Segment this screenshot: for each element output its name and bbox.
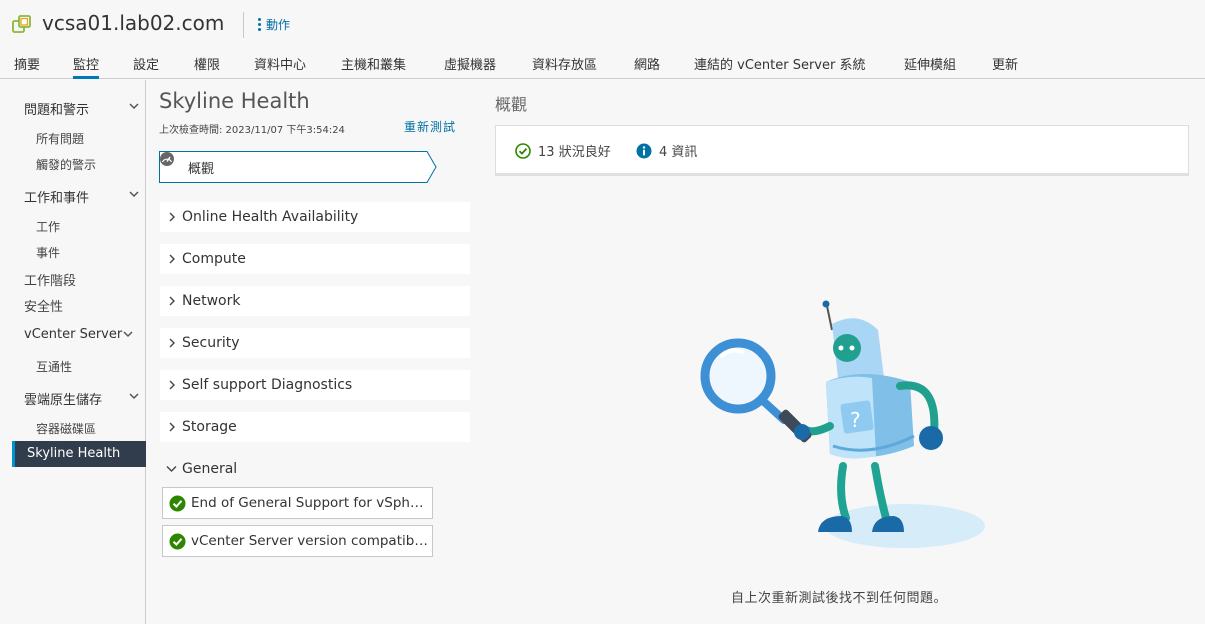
tab-datacenters[interactable]: 資料中心 [254,54,306,79]
success-check-icon [169,495,186,512]
sidebar-item-interoperability[interactable]: 互通性 [36,358,72,375]
no-issues-message: 自上次重新測試後找不到任何問題。 [731,591,948,606]
chevron-right-icon [169,422,175,432]
category-security[interactable]: Security [160,328,470,358]
tab-hosts-clusters[interactable]: 主機和叢集 [341,54,406,79]
sidebar-group-label: 問題和警示 [24,103,90,118]
sidebar-item-triggered-alarms[interactable]: 觸發的警示 [36,156,96,173]
info-summary[interactable]: 4 資訊 [636,141,697,160]
tab-networks[interactable]: 網路 [634,54,660,79]
tab-summary[interactable]: 摘要 [14,54,40,79]
info-count: 4 [659,145,668,160]
robot-magnifier-illustration: ? [700,300,985,548]
svg-text:?: ? [850,408,861,432]
category-compute[interactable]: Compute [160,244,470,274]
category-online-health-availability[interactable]: Online Health Availability [160,202,470,232]
monitor-sidebar: 問題和警示 所有問題 觸發的警示 工作和事件 工作 事件 工作階段 安全性 vC… [0,80,146,624]
sidebar-item-sessions[interactable]: 工作階段 [24,270,76,289]
info-label: 資訊 [671,145,698,160]
last-check-time: 上次檢查時間: 2023/11/07 下午3:54:24 [159,125,345,136]
check-vcenter-version-compatibility[interactable]: vCenter Server version compatibility [162,525,433,557]
check-label: vCenter Server version compatibility [191,533,431,549]
sidebar-item-tasks[interactable]: 工作 [36,218,60,235]
success-check-icon [515,142,531,159]
tab-extensions[interactable]: 延伸模組 [904,54,956,79]
check-end-of-general-support[interactable]: End of General Support for vSphere 6.7 [162,487,433,519]
sidebar-group-label: vCenter Server [24,327,123,342]
tab-vms[interactable]: 虛擬機器 [444,54,496,79]
dashboard-icon [160,152,174,166]
sidebar-group-cloud-native-storage[interactable]: 雲端原生儲存 [24,389,139,408]
object-tabs: 摘要 監控 設定 權限 資料中心 主機和叢集 虛擬機器 資料存放區 網路 連結的… [0,50,1205,79]
sidebar-item-security[interactable]: 安全性 [24,296,63,315]
sidebar-item-events[interactable]: 事件 [36,244,60,261]
summary-card: 13 狀況良好 4 資訊 [495,125,1189,176]
vcenter-icon [12,15,31,33]
chevron-right-icon [169,296,175,306]
chevron-right-icon [169,212,175,222]
healthy-label: 狀況良好 [558,145,611,160]
object-title: vcsa01.lab02.com [42,11,225,35]
tab-monitor[interactable]: 監控 [73,54,100,79]
category-label: Online Health Availability [182,209,359,225]
healthy-summary[interactable]: 13 狀況良好 [515,141,611,160]
tab-linked-vcenter[interactable]: 連結的 vCenter Server 系統 [694,54,865,79]
chevron-down-icon [129,191,139,198]
chevron-right-icon [169,254,175,264]
sidebar-item-skyline-health[interactable]: Skyline Health [12,441,146,467]
category-storage[interactable]: Storage [160,412,470,442]
sidebar-item-all-issues[interactable]: 所有問題 [36,130,84,147]
header-divider [243,12,244,38]
overview-label: 概觀 [188,162,215,177]
category-label: Security [182,335,240,351]
sidebar-group-vcenter-server[interactable]: vCenter Server [24,327,139,342]
category-general[interactable]: General [160,454,470,484]
sidebar-group-label: 工作和事件 [24,191,90,206]
chevron-right-icon [169,338,175,348]
chevron-down-icon [129,103,139,110]
kebab-icon [258,18,261,31]
overview-item[interactable]: 概觀 [159,151,437,183]
info-icon [636,143,652,158]
retest-button[interactable]: 重新測試 [404,118,456,135]
chevron-down-icon [123,331,133,338]
sidebar-item-container-volumes[interactable]: 容器磁碟區 [36,420,96,437]
sidebar-group-issues-alarms[interactable]: 問題和警示 [24,99,139,118]
actions-menu-button[interactable]: 動作 [258,16,290,33]
actions-label: 動作 [266,18,291,32]
tab-updates[interactable]: 更新 [992,54,1018,79]
sidebar-group-tasks-events[interactable]: 工作和事件 [24,187,139,206]
sidebar-group-label: 雲端原生儲存 [24,393,103,408]
tab-datastores[interactable]: 資料存放區 [532,54,597,79]
chevron-right-icon [169,380,175,390]
category-network[interactable]: Network [160,286,470,316]
tab-configure[interactable]: 設定 [133,54,159,79]
header: vcsa01.lab02.com 動作 [0,0,1205,50]
category-label: Compute [182,251,246,267]
chevron-down-icon [129,393,139,400]
category-label: Network [182,293,241,309]
category-self-support-diagnostics[interactable]: Self support Diagnostics [160,370,470,400]
category-label: Storage [182,419,237,435]
overview-title: 概觀 [495,95,528,114]
chevron-down-icon [166,466,177,472]
category-label: Self support Diagnostics [182,377,353,393]
check-label: End of General Support for vSphere 6.7 [191,495,431,511]
skyline-health-title: Skyline Health [159,89,310,113]
tab-permissions[interactable]: 權限 [194,54,220,79]
healthy-count: 13 [538,145,555,160]
success-check-icon [169,533,186,550]
category-label: General [182,461,238,477]
